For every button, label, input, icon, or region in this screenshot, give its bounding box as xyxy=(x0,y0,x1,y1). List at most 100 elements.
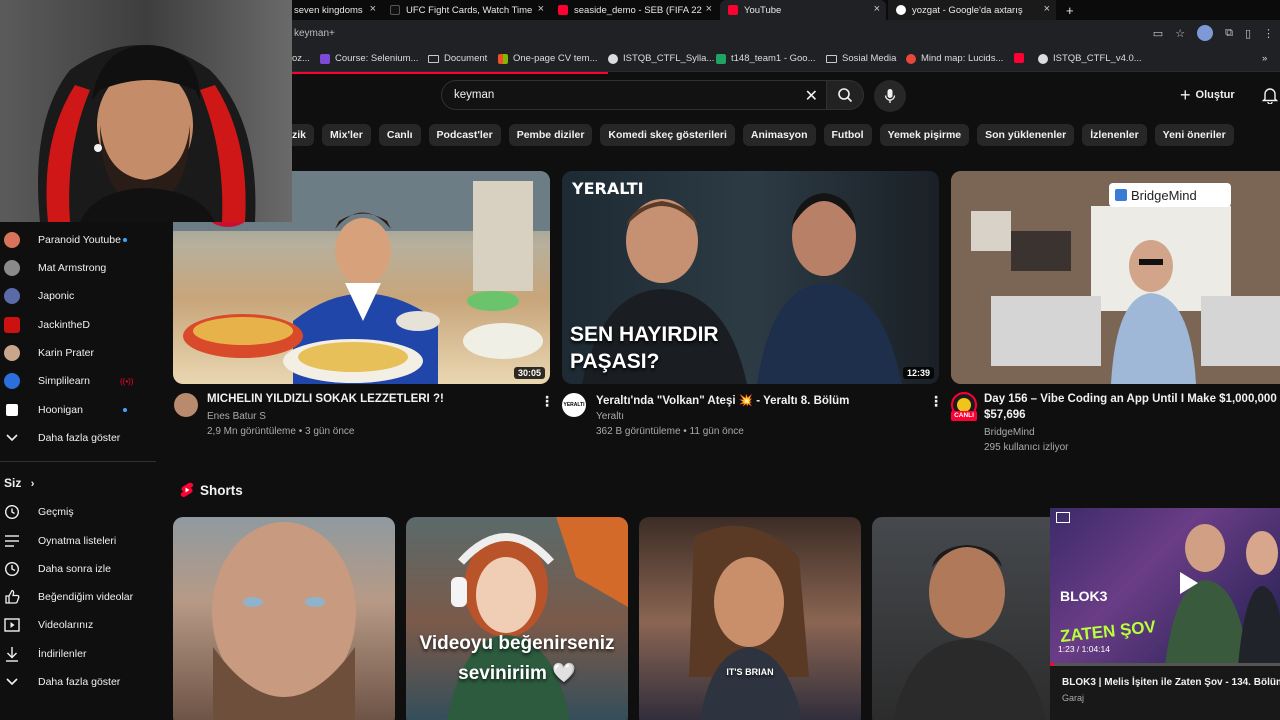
bookmark-item[interactable]: ISTQB_CTFL_v4.0... xyxy=(1038,53,1142,64)
notifications-button[interactable] xyxy=(1261,86,1279,109)
tab-seaside-demo[interactable]: seaside_demo - SEB (FIFA 22 × xyxy=(550,0,718,20)
bookmark-item[interactable] xyxy=(1014,53,1029,63)
url-input[interactable]: keyman+ xyxy=(294,28,335,39)
sidebar-item-label: Oynatma listeleri xyxy=(38,535,117,547)
close-icon[interactable]: × xyxy=(1044,3,1050,15)
chip[interactable]: Yeni öneriler xyxy=(1154,124,1234,146)
bookmark-star-icon[interactable]: ☆ xyxy=(1175,27,1185,40)
bookmark-item[interactable]: One-page CV tem... xyxy=(498,53,597,64)
preview-player[interactable]: BLOK3 ZATEN ŞOV 1:23 / 1:04:14 xyxy=(1050,508,1280,666)
sidebar-item-japonic[interactable]: Japonic xyxy=(0,283,160,309)
sidebar-item-downloads[interactable]: İndirilenler xyxy=(0,641,160,667)
tab-seven-kingdoms[interactable]: seven kingdoms × xyxy=(286,0,382,20)
search-button[interactable] xyxy=(826,80,864,110)
chip[interactable]: Podcast'ler xyxy=(428,124,501,146)
bookmark-item[interactable]: t148_team1 - Goo... xyxy=(716,53,816,64)
bookmark-item[interactable]: Document xyxy=(428,53,487,64)
sidebar-item-liked-videos[interactable]: Beğendiğim videolar xyxy=(0,584,160,610)
close-icon[interactable]: × xyxy=(538,3,544,15)
sidebar-item-hoonigan[interactable]: Hoonigan xyxy=(0,397,160,423)
chip[interactable]: Futbol xyxy=(823,124,872,146)
short-caption: Videoyu beğenirseniz seviniriim 🤍 xyxy=(419,633,615,684)
tab-youtube[interactable]: YouTube × xyxy=(720,0,886,20)
sidebar-item-playlists[interactable]: Oynatma listeleri xyxy=(0,528,160,554)
close-icon[interactable]: × xyxy=(706,3,712,15)
bookmark-label: t148_team1 - Goo... xyxy=(731,53,816,64)
sidebar-item-paranoid-youtube[interactable]: Paranoid Youtube xyxy=(0,227,160,253)
extensions-icon[interactable]: ⧉ xyxy=(1225,27,1233,40)
live-icon: ((•)) xyxy=(120,376,134,386)
sidebar-item-mat-armstrong[interactable]: Mat Armstrong xyxy=(0,255,160,281)
chip[interactable]: Komedi skeç gösterileri xyxy=(600,124,735,146)
video-title[interactable]: Yeraltı'nda "Volkan" Ateşi 💥 - Yeraltı 8… xyxy=(596,393,916,407)
tab-label: YouTube xyxy=(744,4,782,16)
video-thumbnail[interactable]: YERALTI SEN HAYIRDIR PAŞASI? 12:39 xyxy=(562,171,939,384)
video-thumbnail[interactable]: BridgeMind xyxy=(951,171,1280,384)
sidebar-item-label: Beğendiğim videolar xyxy=(38,591,134,603)
more-actions-icon[interactable]: ⋮ xyxy=(540,393,554,410)
short-thumbnail[interactable] xyxy=(173,517,395,720)
bridgemind-logo-icon xyxy=(1115,189,1127,201)
clear-search-icon[interactable]: ✕ xyxy=(805,86,818,106)
preview-channel[interactable]: Garaj xyxy=(1062,693,1084,703)
sidebar-show-more-you[interactable]: Daha fazla göster xyxy=(0,669,160,695)
sidebar-item-your-videos[interactable]: Videolarınız xyxy=(0,612,160,638)
video-title-line2[interactable]: $57,696 xyxy=(984,409,1026,421)
preview-title[interactable]: BLOK3 | Melis İşiten ile Zaten Şov - 134… xyxy=(1062,677,1280,688)
more-bookmarks-icon[interactable]: » xyxy=(1262,53,1267,64)
close-icon[interactable]: × xyxy=(874,3,880,15)
bookmark-item[interactable]: Mind map: Lucids... xyxy=(906,53,1003,64)
side-panel-icon[interactable]: ▯ xyxy=(1245,27,1251,40)
sidebar-item-jackinthed[interactable]: JackintheD xyxy=(0,312,160,338)
short-thumbnail[interactable] xyxy=(872,517,1052,720)
you-section-heading[interactable]: Siz › xyxy=(4,476,34,490)
video-title[interactable]: Day 156 – Vibe Coding an App Until I Mak… xyxy=(984,393,1280,405)
miniplayer-icon[interactable] xyxy=(1056,512,1070,523)
tab-ufc[interactable]: UFC Fight Cards, Watch Time × xyxy=(382,0,550,20)
play-icon[interactable] xyxy=(1180,572,1198,594)
search-query[interactable]: keyman xyxy=(454,89,494,101)
tab-label: yozgat - Google'da axtarış xyxy=(912,4,1023,16)
channel-name[interactable]: Yeraltı xyxy=(596,411,624,422)
chip[interactable]: Yemek pişirme xyxy=(879,124,970,146)
bookmark-item[interactable]: oz... xyxy=(292,53,310,64)
channel-avatar[interactable]: YERALTI xyxy=(562,393,586,417)
short-thumbnail[interactable]: Videoyu beğenirseniz seviniriim 🤍 xyxy=(406,517,628,720)
chip[interactable]: Canlı xyxy=(378,124,421,146)
bell-icon xyxy=(1261,88,1279,105)
progress-bar[interactable] xyxy=(1050,663,1280,666)
more-actions-icon[interactable]: ⋮ xyxy=(929,393,943,410)
chip[interactable]: Mix'ler xyxy=(322,124,371,146)
sidebar-item-simplilearn[interactable]: Simplilearn ((•)) xyxy=(0,368,160,394)
new-tab-button[interactable]: + xyxy=(1058,0,1078,20)
chip[interactable]: İzlenenler xyxy=(1082,124,1147,146)
close-icon[interactable]: × xyxy=(370,3,376,15)
channel-name[interactable]: Enes Batur S xyxy=(207,411,266,422)
voice-search-button[interactable] xyxy=(874,80,906,112)
playlist-icon xyxy=(4,533,20,549)
sidebar-show-more-subscriptions[interactable]: Daha fazla göster xyxy=(0,425,160,451)
video-title[interactable]: MİCHELİN YILDIZLI SOKAK LEZZETLERİ ?! xyxy=(207,393,527,405)
chip[interactable]: Animasyon xyxy=(742,124,816,146)
chip[interactable]: Son yüklenenler xyxy=(977,124,1075,146)
tab-google[interactable]: yozgat - Google'da axtarış × xyxy=(888,0,1056,20)
bookmark-item[interactable]: ISTQB_CTFL_Sylla... xyxy=(608,53,714,64)
bookmark-item[interactable]: Course: Selenium... xyxy=(320,53,418,64)
google-profile-icon[interactable] xyxy=(1197,25,1214,41)
bookmark-item[interactable]: Sosial Media xyxy=(826,53,896,64)
lucid-icon xyxy=(906,53,916,64)
channel-avatar[interactable] xyxy=(174,393,198,417)
sidebar-item-karin-prater[interactable]: Karin Prater xyxy=(0,340,160,366)
short-thumbnail[interactable]: IT'S BRIAN xyxy=(639,517,861,720)
channel-name[interactable]: BridgeMind xyxy=(984,427,1035,438)
download-icon xyxy=(4,646,20,662)
video-preview-card[interactable]: BLOK3 ZATEN ŞOV 1:23 / 1:04:14 BLOK3 | M… xyxy=(1050,508,1280,720)
menu-icon[interactable]: ⋮ xyxy=(1263,27,1274,40)
install-app-icon[interactable]: ▭ xyxy=(1153,27,1163,40)
search-input[interactable]: keyman ✕ xyxy=(441,80,827,110)
create-button[interactable]: + Oluştur xyxy=(1180,84,1235,106)
chip[interactable]: Pembe diziler xyxy=(508,124,593,146)
sidebar-item-history[interactable]: Geçmiş xyxy=(0,499,160,525)
search-icon xyxy=(838,88,853,103)
sidebar-item-watch-later[interactable]: Daha sonra izle xyxy=(0,556,160,582)
